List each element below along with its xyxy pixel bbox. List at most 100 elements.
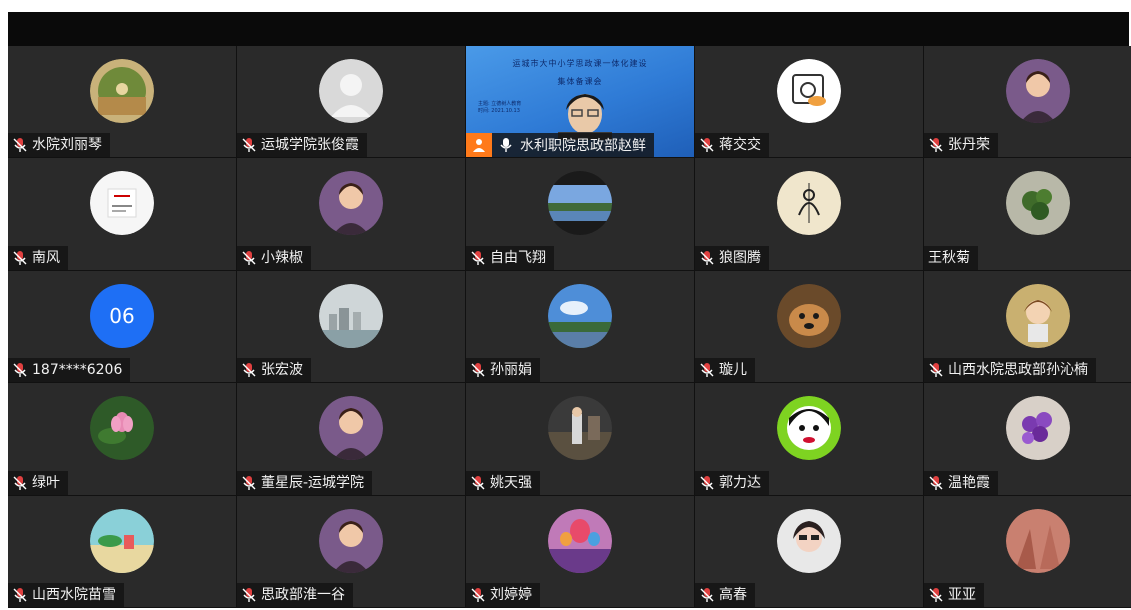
participant-tile[interactable]: 董星辰-运城学院	[237, 383, 466, 496]
avatar	[548, 171, 612, 236]
participant-name: 姚天强	[490, 474, 532, 491]
name-tag: 山西水院苗雪	[8, 582, 124, 607]
name-tag: 郭力达	[695, 470, 769, 495]
muted-microphone-icon	[699, 137, 715, 153]
participant-tile[interactable]: 06 187****6206	[8, 270, 237, 384]
avatar	[1006, 171, 1070, 236]
participant-tile[interactable]: 小辣椒	[237, 158, 466, 271]
avatar: 06	[90, 283, 154, 348]
participant-tile[interactable]: 自由飞翔	[466, 158, 695, 271]
participant-name: 自由飞翔	[490, 249, 546, 266]
participant-name: 亚亚	[948, 586, 976, 603]
name-tag: 自由飞翔	[466, 245, 554, 270]
participant-tile[interactable]: 孙丽娟	[466, 270, 695, 384]
participant-tile[interactable]: 蒋交交	[695, 46, 924, 159]
avatar	[548, 396, 612, 461]
avatar	[319, 171, 383, 236]
participant-name: 蒋交交	[719, 137, 761, 154]
muted-microphone-icon	[470, 587, 486, 603]
participant-name: 张宏波	[261, 362, 303, 379]
presenter-video-tile[interactable]: 运城市大中小学思政课一体化建设 集体备课会 主题: 立德树人教育 时间: 2021.1…	[466, 46, 695, 159]
presenter-name-tag: 水利职院思政部赵鲜	[466, 133, 654, 158]
muted-microphone-icon	[12, 587, 28, 603]
participant-name: 刘婷婷	[490, 586, 532, 603]
participant-grid: 水院刘丽琴 运城学院张俊霞 运城市大中小学思政课一体化建设 集体备课会 主题: 立德树人…	[8, 46, 1131, 608]
name-tag: 山西水院思政部孙沁楠	[924, 358, 1096, 383]
participant-tile[interactable]: 绿叶	[8, 383, 237, 496]
participant-name: 温艳霞	[948, 474, 990, 491]
participant-tile[interactable]: 温艳霞	[924, 383, 1131, 496]
name-tag: 水院刘丽琴	[8, 133, 110, 158]
participant-tile[interactable]: 运城学院张俊霞	[237, 46, 466, 159]
name-tag: 亚亚	[924, 582, 984, 607]
participant-name: 璇儿	[719, 362, 747, 379]
avatar	[90, 171, 154, 236]
participant-name: 运城学院张俊霞	[261, 137, 359, 154]
muted-microphone-icon	[241, 475, 257, 491]
participant-name: 思政部淮一谷	[261, 586, 345, 603]
participant-name: 南风	[32, 249, 60, 266]
avatar	[777, 508, 841, 573]
participant-tile[interactable]: 璇儿	[695, 270, 924, 384]
avatar	[1006, 59, 1070, 123]
participant-tile[interactable]: 狼图腾	[695, 158, 924, 271]
participant-tile[interactable]: 山西水院苗雪	[8, 495, 237, 608]
participant-tile[interactable]: 高春	[695, 495, 924, 608]
name-tag: 张宏波	[237, 358, 311, 383]
muted-microphone-icon	[12, 137, 28, 153]
name-tag: 南风	[8, 245, 68, 270]
avatar	[777, 59, 841, 123]
muted-microphone-icon	[470, 362, 486, 378]
muted-microphone-icon	[241, 587, 257, 603]
name-tag: 小辣椒	[237, 245, 311, 270]
name-tag: 董星辰-运城学院	[237, 470, 373, 495]
presenter-icon	[466, 133, 492, 158]
participant-tile[interactable]: 思政部淮一谷	[237, 495, 466, 608]
name-tag: 张丹荣	[924, 133, 998, 158]
slide-title: 运城市大中小学思政课一体化建设	[512, 59, 648, 68]
participant-tile[interactable]: 郭力达	[695, 383, 924, 496]
participant-name: 水利职院思政部赵鲜	[520, 138, 646, 155]
muted-microphone-icon	[241, 250, 257, 266]
muted-microphone-icon	[699, 587, 715, 603]
avatar	[548, 508, 612, 573]
name-tag: 孙丽娟	[466, 358, 540, 383]
muted-microphone-icon	[928, 137, 944, 153]
participant-name: 水院刘丽琴	[32, 137, 102, 154]
participant-tile[interactable]: 亚亚	[924, 495, 1131, 608]
name-tag: 运城学院张俊霞	[237, 133, 367, 158]
muted-microphone-icon	[928, 475, 944, 491]
meeting-window: 水院刘丽琴 运城学院张俊霞 运城市大中小学思政课一体化建设 集体备课会 主题: 立德树人…	[8, 12, 1131, 608]
muted-microphone-icon	[699, 362, 715, 378]
avatar-text: 06	[109, 303, 135, 328]
slide-subtitle: 集体备课会	[557, 77, 603, 86]
avatar	[777, 171, 841, 236]
avatar	[548, 283, 612, 348]
participant-tile[interactable]: 南风	[8, 158, 237, 271]
avatar	[319, 283, 383, 348]
participant-name: 王秋菊	[928, 249, 970, 266]
avatar	[1006, 283, 1070, 348]
participant-name: 绿叶	[32, 474, 60, 491]
participant-tile[interactable]: 张丹荣	[924, 46, 1131, 159]
name-tag: 高春	[695, 582, 755, 607]
participant-name: 狼图腾	[719, 249, 761, 266]
name-tag: 姚天强	[466, 470, 540, 495]
participant-name: 小辣椒	[261, 249, 303, 266]
participant-name: 187****6206	[32, 362, 123, 379]
name-tag: 刘婷婷	[466, 582, 540, 607]
participant-tile[interactable]: 张宏波	[237, 270, 466, 384]
muted-microphone-icon	[12, 475, 28, 491]
participant-tile[interactable]: 水院刘丽琴	[8, 46, 237, 159]
participant-tile[interactable]: 刘婷婷	[466, 495, 695, 608]
avatar	[777, 396, 841, 461]
avatar	[1006, 508, 1070, 573]
participant-tile[interactable]: 山西水院思政部孙沁楠	[924, 270, 1131, 384]
name-tag: 绿叶	[8, 470, 68, 495]
participant-tile[interactable]: 王秋菊	[924, 158, 1131, 271]
avatar	[90, 59, 154, 123]
participant-tile[interactable]: 姚天强	[466, 383, 695, 496]
muted-microphone-icon	[12, 250, 28, 266]
muted-microphone-icon	[12, 362, 28, 378]
muted-microphone-icon	[699, 475, 715, 491]
